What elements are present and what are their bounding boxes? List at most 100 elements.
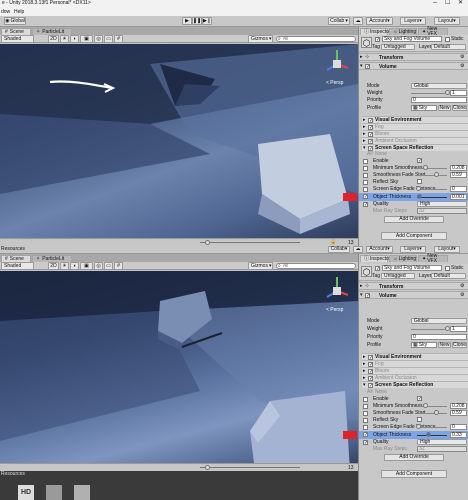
layers-dropdown[interactable]: Layers ▾ [400, 246, 426, 253]
thickness-slider[interactable] [417, 435, 447, 436]
volume-header[interactable]: ▾ ✓ Volume ⚙ [359, 62, 468, 70]
object-active-checkbox[interactable]: ✓ [375, 266, 380, 272]
play-button[interactable]: ▶ [182, 17, 192, 25]
collab-dropdown[interactable]: Collab ▾ [328, 17, 350, 25]
edge-fade-slider[interactable] [417, 189, 447, 190]
profile-field[interactable]: ▦ Sky [411, 105, 437, 111]
object-active-checkbox[interactable]: ✓ [375, 37, 380, 43]
ssr-header[interactable]: ▾ ✓ Screen Space Reflection [362, 144, 468, 152]
tab-inspector[interactable]: ⓘ Inspector [360, 255, 391, 262]
menu-help[interactable]: Help [14, 10, 24, 15]
tab-new-vfx[interactable]: ✦ New VFX [418, 27, 448, 37]
edge-fade-field[interactable]: 0 [450, 186, 467, 192]
min-smooth-override[interactable] [363, 166, 368, 171]
audio-toggle[interactable]: ◖ [70, 35, 79, 43]
reflect-sky-override[interactable] [363, 418, 368, 423]
hd-asset-icon[interactable]: HD [18, 485, 34, 500]
volume-enabled-checkbox[interactable]: ✓ [365, 293, 370, 299]
smooth-fade-knob[interactable] [434, 172, 439, 177]
scene-gizmo[interactable]: < Persp [322, 275, 352, 315]
add-override-button[interactable]: Add Override [384, 216, 444, 223]
quality-dropdown[interactable]: High [417, 439, 467, 445]
thickness-override[interactable]: ✓ [363, 194, 368, 200]
smooth-fade-knob[interactable] [434, 410, 439, 415]
ssr-all-link[interactable]: All [367, 390, 373, 395]
edge-fade-knob[interactable] [416, 186, 421, 191]
reflect-sky-override[interactable] [363, 180, 368, 185]
bloom-header[interactable]: ▸ ✓ Bloom [362, 130, 468, 138]
ssr-header[interactable]: ▾ ✓ Screen Space Reflection [362, 381, 468, 389]
smooth-fade-override[interactable] [363, 173, 368, 178]
scene-search-input[interactable]: ⌕ All [276, 36, 356, 42]
maximize-button[interactable]: ☐ [445, 0, 450, 6]
layer-dropdown[interactable]: Default [431, 44, 466, 50]
thickness-override[interactable]: ✓ [363, 432, 368, 438]
mode-dropdown[interactable]: Global [411, 318, 467, 324]
profile-clone-button[interactable]: Clone [452, 342, 467, 348]
asset-thumb-1[interactable] [46, 485, 62, 500]
shaded-dropdown[interactable]: Shaded [1, 35, 34, 43]
tab-scene[interactable]: # Scene [1, 28, 31, 35]
edge-fade-knob[interactable] [416, 424, 421, 429]
mode-dropdown[interactable]: Global [411, 83, 467, 89]
profile-field[interactable]: ▦ Sky [411, 342, 437, 348]
visual-env-header[interactable]: ▸ ✓ Visual Environment [362, 353, 468, 361]
footer-slider-knob[interactable] [205, 240, 210, 245]
min-smooth-knob[interactable] [423, 165, 428, 170]
account-dropdown[interactable]: Account ▾ [366, 17, 393, 25]
edge-fade-override[interactable] [363, 187, 368, 192]
scene-gizmo[interactable]: < Persp [322, 48, 352, 88]
gizmos-dropdown[interactable]: Gizmos ▾ [248, 35, 273, 43]
reflect-sky-checkbox[interactable] [417, 179, 422, 184]
scene-viewport[interactable]: < Persp [0, 271, 358, 471]
scene-viewport[interactable]: < Persp [0, 44, 358, 238]
scene-search-input[interactable]: ⌕ All [276, 263, 356, 269]
tag-dropdown[interactable]: Untagged [381, 273, 415, 279]
tab-inspector[interactable]: ⓘ Inspector [360, 28, 391, 35]
min-smooth-field[interactable]: 0.208 [450, 165, 467, 171]
profile-clone-button[interactable]: Clone [452, 105, 467, 111]
footer-slider[interactable] [200, 467, 300, 468]
enable-checkbox[interactable]: ✓ [417, 396, 422, 402]
add-component-button[interactable]: Add Component [381, 232, 447, 240]
hidden-toggle[interactable]: ◎ [94, 35, 103, 43]
settings-icon[interactable]: ⚙ [460, 55, 464, 60]
edge-fade-override[interactable] [363, 425, 368, 430]
quality-override[interactable]: ✓ [363, 202, 368, 208]
layout-dropdown[interactable]: Layout ▾ [434, 17, 460, 25]
add-component-button[interactable]: Add Component [381, 470, 447, 478]
settings-icon[interactable]: ⚙ [460, 293, 464, 298]
gizmos-dropdown[interactable]: Gizmos ▾ [248, 262, 273, 270]
static-checkbox[interactable] [445, 266, 450, 271]
effects-toggle[interactable]: ▣ [80, 35, 93, 43]
pivot-global-button[interactable]: ◉ Global [4, 17, 26, 25]
footer-slider[interactable] [200, 242, 300, 243]
step-button[interactable]: ▶❙ [202, 17, 212, 25]
settings-icon[interactable]: ⚙ [460, 64, 464, 69]
smooth-fade-slider[interactable] [417, 175, 447, 176]
asset-thumb-2[interactable] [74, 485, 90, 500]
quality-dropdown[interactable]: High [417, 201, 467, 207]
min-smooth-knob[interactable] [423, 403, 428, 408]
object-name-field[interactable]: Sky and Fog Volume [382, 265, 442, 271]
ssr-none-link[interactable]: None [375, 152, 387, 157]
add-override-button[interactable]: Add Override [384, 454, 444, 461]
edge-fade-slider[interactable] [417, 427, 447, 428]
cloud-button[interactable]: ☁ [353, 17, 363, 25]
menu-window[interactable]: dow [1, 10, 10, 15]
layout-dropdown[interactable]: Layout ▾ [434, 246, 460, 253]
pause-button[interactable]: ❚❚ [192, 17, 202, 25]
weight-field[interactable]: 1 [450, 326, 467, 332]
collab-dropdown[interactable]: Collab ▾ [328, 246, 350, 253]
lighting-toggle[interactable]: ☀ [60, 262, 69, 270]
persp-label[interactable]: < Persp [326, 308, 343, 313]
min-smooth-override[interactable] [363, 404, 368, 409]
settings-icon[interactable]: ⚙ [460, 284, 464, 289]
thickness-knob[interactable] [426, 432, 431, 437]
audio-toggle[interactable]: ◖ [70, 262, 79, 270]
fog-header[interactable]: ▸ ✓ Fog [362, 123, 468, 131]
fog-header[interactable]: ▸ ✓ Fog [362, 360, 468, 368]
hidden-toggle[interactable]: ◎ [94, 262, 103, 270]
transform-header[interactable]: ▸ ⊹ Transform ⚙ [359, 53, 468, 61]
camera-toggle[interactable]: ▭ [104, 262, 113, 270]
